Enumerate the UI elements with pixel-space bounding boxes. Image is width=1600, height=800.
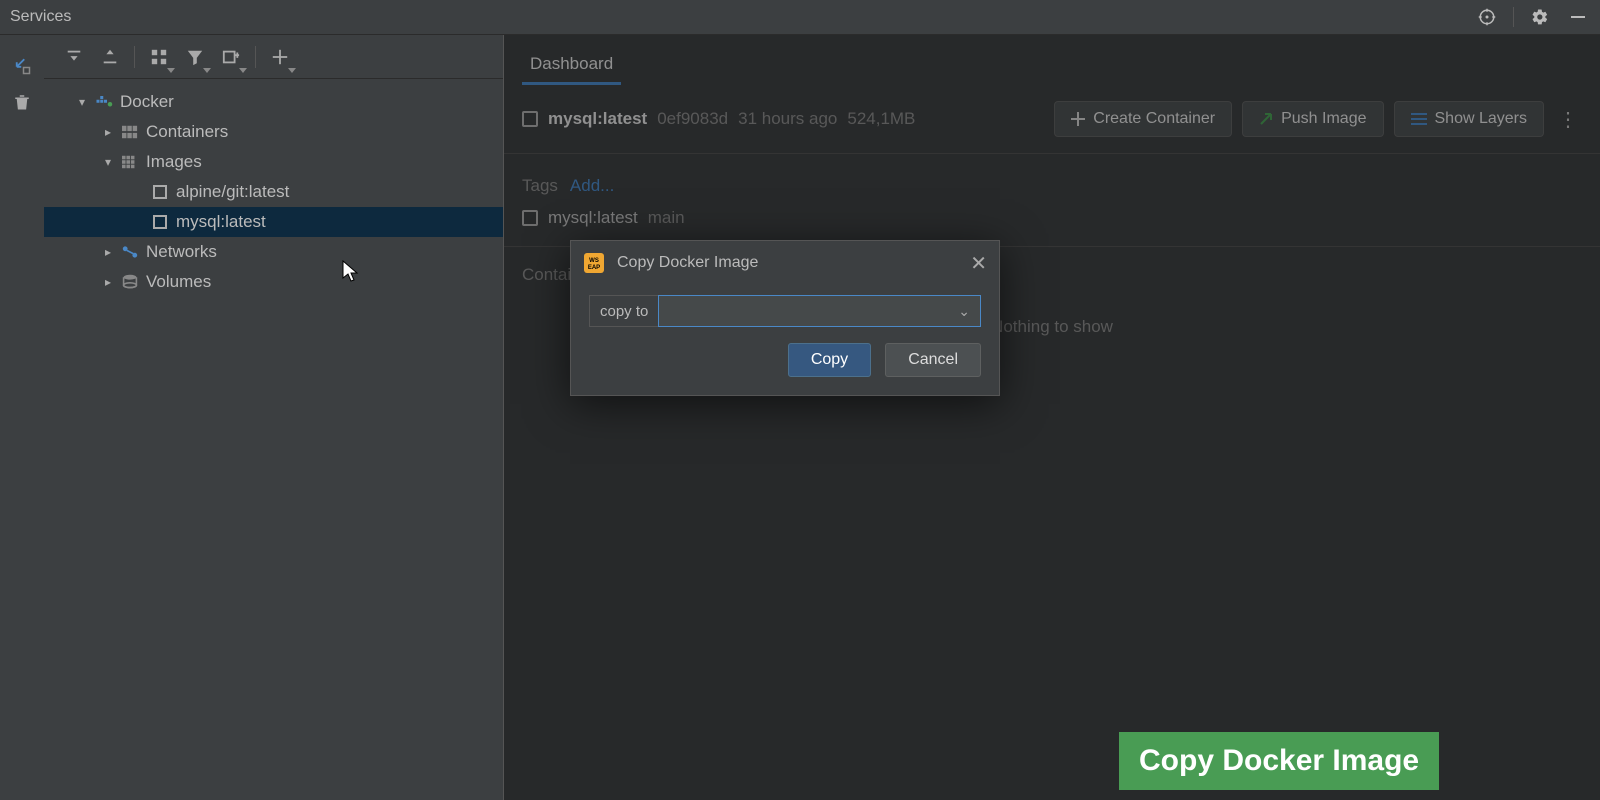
networks-icon [120, 245, 140, 259]
docker-icon [94, 95, 114, 109]
tree-label: Networks [146, 242, 217, 262]
copy-to-field: copy to ⌄ [589, 295, 981, 327]
tree-label: Images [146, 152, 202, 172]
banner-text: Copy Docker Image [1139, 744, 1419, 777]
tree-node-docker[interactable]: ▾ Docker [44, 87, 503, 117]
tree-leaf-mysql[interactable]: mysql:latest [44, 207, 503, 237]
tree-label: Containers [146, 122, 228, 142]
minimize-icon[interactable] [1566, 5, 1590, 29]
svg-text:EAP: EAP [588, 265, 600, 271]
close-icon[interactable]: ✕ [970, 251, 987, 276]
group-by-icon[interactable] [141, 39, 177, 75]
button-label: Copy [811, 351, 848, 369]
volumes-icon [120, 274, 140, 290]
chevron-right-icon: ▸ [100, 245, 116, 259]
gear-icon[interactable] [1528, 5, 1552, 29]
chevron-down-icon: ⌄ [958, 303, 970, 320]
tree-label: Volumes [146, 272, 211, 292]
containers-icon [120, 125, 140, 139]
chevron-right-icon: ▸ [100, 275, 116, 289]
cancel-button[interactable]: Cancel [885, 343, 981, 377]
tree-leaf-alpine-git[interactable]: alpine/git:latest [44, 177, 503, 207]
panel-titlebar: Services [0, 0, 1600, 35]
tree-label: mysql:latest [176, 212, 266, 232]
tree-node-networks[interactable]: ▸ Networks [44, 237, 503, 267]
copy-button[interactable]: Copy [788, 343, 871, 377]
image-item-icon [150, 185, 170, 199]
filter-icon[interactable] [177, 39, 213, 75]
main-pane: Dashboard mysql:latest 0ef9083d 31 hours… [504, 35, 1600, 800]
toolbar-separator [134, 46, 135, 68]
copy-to-select[interactable]: ⌄ [658, 295, 981, 327]
delete-icon[interactable] [9, 89, 35, 115]
expand-all-icon[interactable] [56, 39, 92, 75]
copy-docker-image-dialog: WSEAP Copy Docker Image ✕ copy to ⌄ Copy… [570, 240, 1000, 396]
dialog-title: Copy Docker Image [617, 254, 758, 272]
images-icon [120, 155, 140, 169]
collapse-panel-icon[interactable] [13, 57, 31, 75]
left-gutter [0, 35, 44, 800]
tree-label: Docker [120, 92, 174, 112]
tree-pane: ▾ Docker ▸ Containers ▾ Images [44, 35, 504, 800]
tree-node-volumes[interactable]: ▸ Volumes [44, 267, 503, 297]
button-label: Cancel [908, 351, 958, 369]
view-mode-icon[interactable] [213, 39, 249, 75]
field-label: copy to [589, 295, 658, 327]
toolbar-separator-2 [255, 46, 256, 68]
modal-overlay [504, 35, 1600, 800]
image-item-icon [150, 215, 170, 229]
chevron-down-icon: ▾ [74, 95, 90, 109]
tree-node-containers[interactable]: ▸ Containers [44, 117, 503, 147]
tree-label: alpine/git:latest [176, 182, 289, 202]
tree-node-images[interactable]: ▾ Images [44, 147, 503, 177]
svg-text:WS: WS [589, 258, 599, 264]
collapse-all-icon[interactable] [92, 39, 128, 75]
instruction-banner: Copy Docker Image [1119, 732, 1439, 790]
tree-toolbar [44, 35, 503, 79]
add-icon[interactable] [262, 39, 298, 75]
dialog-titlebar: WSEAP Copy Docker Image ✕ [571, 241, 999, 285]
target-icon[interactable] [1475, 5, 1499, 29]
chevron-right-icon: ▸ [100, 125, 116, 139]
app-icon: WSEAP [583, 252, 605, 274]
titlebar-separator [1513, 7, 1514, 27]
panel-title: Services [10, 8, 1461, 26]
chevron-down-icon: ▾ [100, 155, 116, 169]
services-tree: ▾ Docker ▸ Containers ▾ Images [44, 79, 503, 297]
